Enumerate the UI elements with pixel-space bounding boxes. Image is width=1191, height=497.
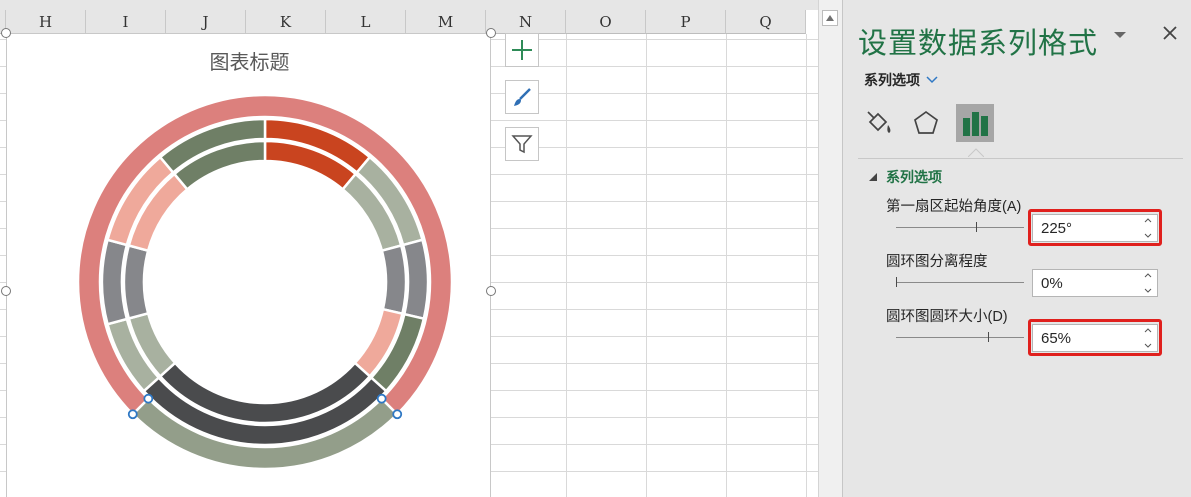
first-slice-angle-label: 第一扇区起始角度(A) — [886, 199, 1022, 215]
segment-selection-handle-3[interactable] — [127, 409, 138, 420]
column-header-p[interactable]: P — [646, 10, 726, 34]
format-data-series-pane: 设置数据系列格式 系列选项 系列选项 第一扇区起始角度(A) 225° 圆环图分… — [842, 0, 1191, 497]
segment-selection-handle-1[interactable] — [392, 409, 403, 420]
highlight-box-hole-size — [1028, 319, 1162, 356]
first-slice-angle-slider[interactable] — [896, 227, 1024, 228]
hole-size-label: 圆环图圆环大小(D) — [886, 309, 1008, 325]
series-options-dropdown[interactable]: 系列选项 — [864, 70, 938, 90]
first-slice-angle-slider-thumb[interactable] — [976, 222, 977, 232]
scroll-up-button[interactable] — [822, 10, 838, 26]
vertical-scrollbar[interactable] — [818, 0, 842, 497]
close-icon[interactable] — [1161, 24, 1179, 42]
chart-styles-button[interactable] — [505, 80, 539, 114]
chart-resize-handle-tl[interactable] — [1, 28, 11, 38]
tab-series-options[interactable] — [956, 104, 994, 142]
tab-fill-line[interactable] — [860, 104, 898, 142]
chart-resize-handle-tr[interactable] — [486, 28, 496, 38]
section-title: 系列选项 — [886, 169, 942, 185]
plus-icon — [512, 40, 532, 60]
explosion-value: 0% — [1041, 274, 1063, 292]
paintbrush-icon — [514, 88, 531, 106]
bar-chart-icon — [963, 112, 988, 136]
inner-ring-segment-8[interactable] — [122, 243, 150, 321]
explosion-input[interactable]: 0% — [1032, 269, 1158, 297]
spinner-arrows[interactable] — [1144, 273, 1152, 293]
pentagon-icon — [914, 110, 938, 134]
triangle-up-icon — [826, 15, 834, 21]
segment-selection-handle-4[interactable] — [143, 393, 154, 404]
inner-ring-segment-4[interactable] — [380, 243, 408, 316]
pane-options-chevron-icon[interactable] — [1113, 30, 1127, 40]
spreadsheet-area[interactable]: HIJKLMNOPQ 图表标题 — [0, 0, 818, 497]
hole-size-slider[interactable] — [896, 337, 1024, 338]
chart-filters-button[interactable] — [505, 127, 539, 161]
chart-resize-handle-mr[interactable] — [486, 286, 496, 296]
active-tab-pointer — [968, 148, 984, 157]
segment-selection-handle-2[interactable] — [376, 393, 387, 404]
hole-size-slider-thumb[interactable] — [988, 332, 990, 342]
highlight-box-angle — [1028, 209, 1162, 246]
explosion-slider-thumb[interactable] — [896, 277, 897, 287]
section-series-options[interactable]: 系列选项 — [868, 167, 942, 187]
chart-elements-button[interactable] — [505, 33, 539, 67]
chart-resize-handle-ml[interactable] — [1, 286, 11, 296]
chevron-down-icon — [926, 76, 938, 84]
tab-effects[interactable] — [907, 104, 945, 142]
explosion-label: 圆环图分离程度 — [886, 254, 988, 270]
doughnut-chart[interactable] — [1, 1, 501, 497]
explosion-slider[interactable] — [896, 282, 1024, 283]
collapse-triangle-icon — [869, 173, 877, 181]
funnel-icon — [511, 135, 533, 154]
pane-title: 设置数据系列格式 — [858, 26, 1099, 60]
column-header-o[interactable]: O — [566, 10, 646, 34]
pane-separator — [858, 158, 1183, 159]
paint-bucket-icon — [867, 111, 891, 133]
spin-up-icon[interactable] — [1144, 273, 1152, 278]
column-header-q[interactable]: Q — [726, 10, 806, 34]
chart-area[interactable]: 图表标题 — [6, 33, 491, 497]
series-options-dropdown-label: 系列选项 — [864, 72, 920, 88]
spin-down-icon[interactable] — [1144, 288, 1152, 293]
